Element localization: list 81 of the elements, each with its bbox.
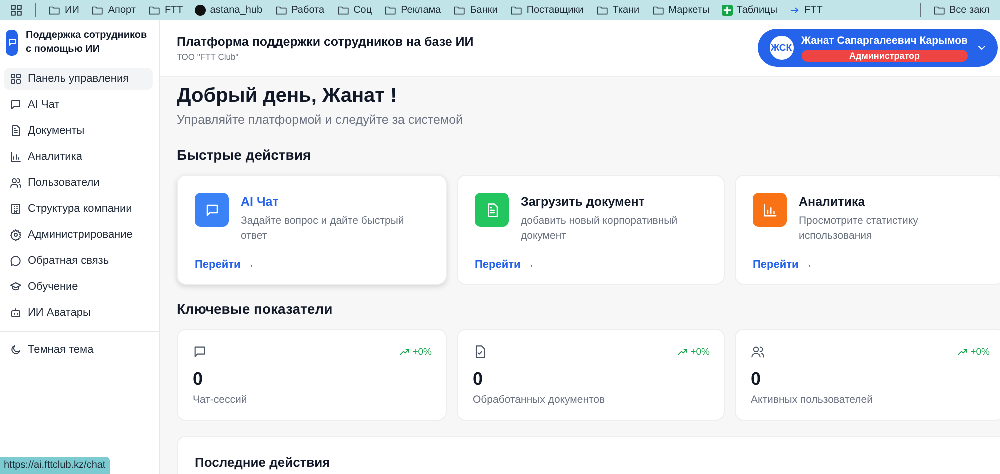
chart-icon xyxy=(762,202,778,218)
chat-icon xyxy=(204,202,220,218)
chat-icon xyxy=(193,345,207,359)
nav-item[interactable]: Аналитика xyxy=(4,146,153,168)
bookmark[interactable]: Апорт xyxy=(85,0,142,20)
user-avatar: ЖСК xyxy=(770,36,794,60)
metric-label: Активных пользователей xyxy=(751,394,874,406)
nav-item[interactable]: Обучение xyxy=(4,276,153,298)
nav-item[interactable]: AI Чат xyxy=(4,94,153,116)
card-title: Аналитика xyxy=(799,195,866,209)
nav-item[interactable]: ИИ Аватары xyxy=(4,302,153,324)
bookmark[interactable]: Реклама xyxy=(378,0,448,20)
users-icon xyxy=(751,345,765,359)
trend-label: +0% xyxy=(678,346,710,358)
graduation-cap-icon xyxy=(10,281,22,293)
nav-item[interactable]: Администрирование xyxy=(4,224,153,246)
nav-item[interactable]: Панель управления xyxy=(4,68,153,90)
document-check-icon xyxy=(473,345,487,359)
bookmark[interactable]: Маркеты xyxy=(646,0,716,20)
spreadsheet-icon xyxy=(722,4,733,16)
logo-icon xyxy=(6,30,18,56)
card-description: Просмотрите статистику использования xyxy=(799,214,920,244)
user-name: Жанат Сапаргалеевич Карымов xyxy=(802,34,968,46)
nav-item[interactable]: Структура компании xyxy=(4,198,153,220)
metric-value: 0 xyxy=(751,369,762,390)
trend-up-icon xyxy=(400,347,410,357)
bookmark[interactable]: FTT xyxy=(142,0,190,20)
moon-icon xyxy=(10,344,22,356)
settings-icon xyxy=(10,229,22,241)
card-description: Задайте вопрос и дайте быстрый ответ xyxy=(241,214,406,244)
bookmark[interactable]: astana_hub xyxy=(189,0,269,20)
bookmark[interactable]: Ткани xyxy=(590,0,646,20)
trend-label: +0% xyxy=(400,346,432,358)
bookmark[interactable]: ИИ xyxy=(42,0,86,20)
grid-icon xyxy=(10,73,22,85)
greeting-title: Добрый день, Жанат ! xyxy=(177,85,398,108)
metric-label: Обработанных документов xyxy=(473,394,606,406)
company-name: ТОО "FTT Club" xyxy=(177,52,240,62)
bookmark[interactable]: Банки xyxy=(447,0,504,20)
card-description: добавить новый корпоративный документ xyxy=(521,214,679,244)
robot-icon xyxy=(10,307,22,319)
nav-item[interactable]: Пользователи xyxy=(4,172,153,194)
greeting-subtitle: Управляйте платформой и следуйте за системой xyxy=(177,113,464,127)
trend-label: +0% xyxy=(958,346,990,358)
bookmark[interactable]: Все закл xyxy=(926,0,996,20)
go-link[interactable]: Перейти → xyxy=(195,259,255,271)
go-link[interactable]: Перейти → xyxy=(475,259,535,271)
action-card[interactable]: Загрузить документ добавить новый корпоративный документ Перейти → xyxy=(457,175,725,285)
apps-icon xyxy=(10,4,23,16)
building-icon xyxy=(10,203,22,215)
card-title: AI Чат xyxy=(241,195,280,209)
bookmark[interactable]: Таблицы xyxy=(716,0,784,20)
bookmark[interactable]: FTT xyxy=(784,0,829,20)
chat-icon xyxy=(10,99,22,111)
chart-icon xyxy=(10,151,22,163)
document-icon xyxy=(10,125,22,137)
action-card[interactable]: Аналитика Просмотрите статистику использования Перейти → xyxy=(735,175,1000,285)
trend-up-icon xyxy=(678,347,688,357)
metric-value: 0 xyxy=(473,369,484,390)
bookmark[interactable]: Поставщики xyxy=(504,0,590,20)
bookmark[interactable]: Работа xyxy=(268,0,331,20)
go-link[interactable]: Перейти → xyxy=(753,259,813,271)
page-title: Платформа поддержки сотрудников на базе ИИ xyxy=(177,34,475,48)
trend-up-icon xyxy=(958,347,968,357)
metric-value: 0 xyxy=(193,369,204,390)
section-title: Ключевые показатели xyxy=(177,301,334,317)
user-menu[interactable]: ЖСК Жанат Сапаргалеевич Карымов Администратор xyxy=(758,29,998,67)
role-badge: Администратор xyxy=(802,50,968,62)
nav-item[interactable]: Документы xyxy=(4,120,153,142)
bookmark[interactable]: Соц xyxy=(330,0,378,20)
speech-bubble-icon xyxy=(10,255,22,267)
users-icon xyxy=(10,177,22,189)
card-title: Загрузить документ xyxy=(521,195,646,209)
theme-toggle[interactable]: Темная тема xyxy=(4,339,153,361)
action-card[interactable]: AI Чат Задайте вопрос и дайте быстрый ответ Перейти → xyxy=(177,175,447,285)
status-url: https://ai.fttclub.kz/chat xyxy=(0,457,110,474)
section-title: Быстрые действия xyxy=(177,147,312,163)
nav-item[interactable]: Обратная связь xyxy=(4,250,153,272)
section-title: Последние действия xyxy=(195,455,330,470)
app-name: Поддержка сотрудников с помощью ИИ xyxy=(26,28,148,56)
metric-label: Чат-сессий xyxy=(193,394,248,406)
